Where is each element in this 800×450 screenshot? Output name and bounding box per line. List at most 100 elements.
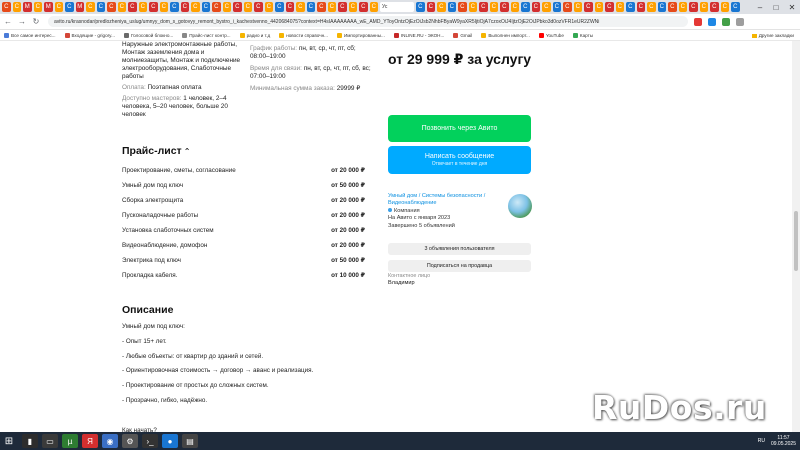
browser-tab[interactable]: C — [233, 2, 242, 12]
bookmark-item[interactable]: Все самое интерес... — [4, 32, 56, 38]
settings-icon[interactable]: ⚙ — [122, 434, 138, 448]
browser-tab[interactable]: C — [327, 2, 336, 12]
language-indicator[interactable]: RU — [758, 438, 765, 444]
browser-tab[interactable]: C — [117, 2, 126, 12]
app-icon[interactable]: ▮ — [22, 434, 38, 448]
browser-tab[interactable]: C — [180, 2, 189, 12]
url-field[interactable]: avito.ru/krasnodar/predlozheniya_uslug/u… — [48, 16, 688, 27]
clock[interactable]: 11:57 09.05.2025 — [771, 435, 796, 447]
forward-icon[interactable]: → — [16, 16, 28, 28]
app-icon[interactable]: ▤ — [182, 434, 198, 448]
browser-tab[interactable]: C — [254, 2, 263, 12]
browser-tab[interactable]: C — [222, 2, 231, 12]
browser-tab[interactable]: C — [479, 2, 488, 12]
browser-tab[interactable]: C — [159, 2, 168, 12]
close-icon[interactable]: ✕ — [784, 0, 800, 14]
browser-tab[interactable]: C — [447, 2, 456, 12]
browser-tab[interactable]: C — [521, 2, 530, 12]
browser-tab[interactable]: C — [552, 2, 561, 12]
browser-tab[interactable]: C — [458, 2, 467, 12]
browser-tab[interactable]: C — [338, 2, 347, 12]
browser-tab[interactable]: C — [86, 2, 95, 12]
bookmark-item[interactable]: Голосовой блокно... — [123, 32, 173, 38]
pricelist-title[interactable]: Прайс-лист ⌃ — [122, 145, 190, 157]
browser-tab[interactable]: C — [563, 2, 572, 12]
browser-tab[interactable]: C — [720, 2, 729, 12]
browser-tab[interactable]: C — [668, 2, 677, 12]
browser-tab[interactable]: C — [416, 2, 425, 12]
scrollbar-thumb[interactable] — [794, 211, 798, 271]
browser-tab[interactable]: C — [348, 2, 357, 12]
browser-tab[interactable]: C — [33, 2, 42, 12]
bookmark-item[interactable]: Gmail — [453, 32, 472, 38]
browser-tab[interactable]: C — [531, 2, 540, 12]
files-icon[interactable]: ▭ — [42, 434, 58, 448]
extension-icon[interactable] — [708, 17, 716, 26]
browser-tab[interactable]: C — [2, 2, 11, 12]
bookmark-item[interactable]: INLINE.RU - ЭКОН... — [393, 32, 444, 38]
browser-tab[interactable]: C — [594, 2, 603, 12]
browser-tab[interactable]: C — [359, 2, 368, 12]
browser-tab[interactable]: C — [170, 2, 179, 12]
browser-tab[interactable]: C — [573, 2, 582, 12]
browser-tab[interactable]: M — [44, 2, 53, 12]
browser-tab[interactable]: C — [500, 2, 509, 12]
browser-tab[interactable]: C — [615, 2, 624, 12]
browser-tab[interactable]: C — [12, 2, 21, 12]
torrent-icon[interactable]: µ — [62, 434, 78, 448]
browser-tab[interactable]: C — [678, 2, 687, 12]
other-bookmarks[interactable]: Другие закладки — [751, 30, 794, 41]
browser-tab[interactable]: C — [306, 2, 315, 12]
terminal-icon[interactable]: ›_ — [142, 434, 158, 448]
extension-icon[interactable] — [722, 17, 730, 26]
browser-tab[interactable]: C — [636, 2, 645, 12]
browser-tab[interactable]: C — [699, 2, 708, 12]
browser-tab[interactable]: C — [317, 2, 326, 12]
browser-tab[interactable]: C — [96, 2, 105, 12]
bookmark-item[interactable]: новости справочн... — [279, 32, 328, 38]
extension-icon[interactable] — [694, 17, 702, 26]
browser-tab[interactable]: C — [605, 2, 614, 12]
browser-tab[interactable]: C — [107, 2, 116, 12]
browser-tab[interactable]: C — [191, 2, 200, 12]
seller-listings-button[interactable]: 3 объявления пользователя — [388, 243, 531, 255]
bookmark-item[interactable]: YouTube — [538, 32, 564, 38]
bookmark-item[interactable]: Импортированны... — [336, 32, 385, 38]
reload-icon[interactable]: ↻ — [30, 16, 42, 28]
browser-tab[interactable]: M — [75, 2, 84, 12]
browser-tab[interactable]: C — [647, 2, 656, 12]
yandex-icon[interactable]: Я — [82, 434, 98, 448]
browser-tab[interactable]: C — [731, 2, 740, 12]
browser-tab[interactable]: C — [657, 2, 666, 12]
browser-tab[interactable]: C — [212, 2, 221, 12]
seller-avatar[interactable] — [508, 194, 532, 218]
browser-tab[interactable]: C — [54, 2, 63, 12]
browser-tab[interactable]: C — [510, 2, 519, 12]
browser-tab[interactable]: C — [426, 2, 435, 12]
page-scrollbar[interactable] — [792, 41, 800, 432]
app-icon[interactable]: ● — [162, 434, 178, 448]
browser-tab[interactable]: C — [264, 2, 273, 12]
browser-tab[interactable]: C — [65, 2, 74, 12]
active-tab[interactable]: Ус — [380, 2, 414, 12]
browser-tab[interactable]: C — [626, 2, 635, 12]
bookmark-item[interactable]: Выполнен импорт... — [481, 32, 530, 38]
browser-tab[interactable]: C — [128, 2, 137, 12]
bookmark-item[interactable]: Входящие - grigory... — [64, 32, 115, 38]
browser-tab[interactable]: C — [468, 2, 477, 12]
seller-category-link[interactable]: Умный дом / Системы безопасности / Видео… — [388, 193, 503, 208]
browser-tab[interactable]: C — [149, 2, 158, 12]
chrome-icon[interactable]: ◉ — [102, 434, 118, 448]
bookmark-item[interactable]: радио и т.д — [239, 32, 270, 38]
bookmark-item[interactable]: Карты — [572, 32, 593, 38]
browser-tab[interactable]: M — [23, 2, 32, 12]
browser-tab[interactable]: C — [243, 2, 252, 12]
browser-tab[interactable]: C — [584, 2, 593, 12]
browser-tab[interactable]: C — [710, 2, 719, 12]
minimize-icon[interactable]: – — [752, 0, 768, 14]
message-button[interactable]: Написать сообщение Отвечает в течение дн… — [388, 146, 531, 174]
browser-tab[interactable]: C — [542, 2, 551, 12]
maximize-icon[interactable]: □ — [768, 0, 784, 14]
back-icon[interactable]: ← — [2, 16, 14, 28]
browser-tab[interactable]: C — [201, 2, 210, 12]
